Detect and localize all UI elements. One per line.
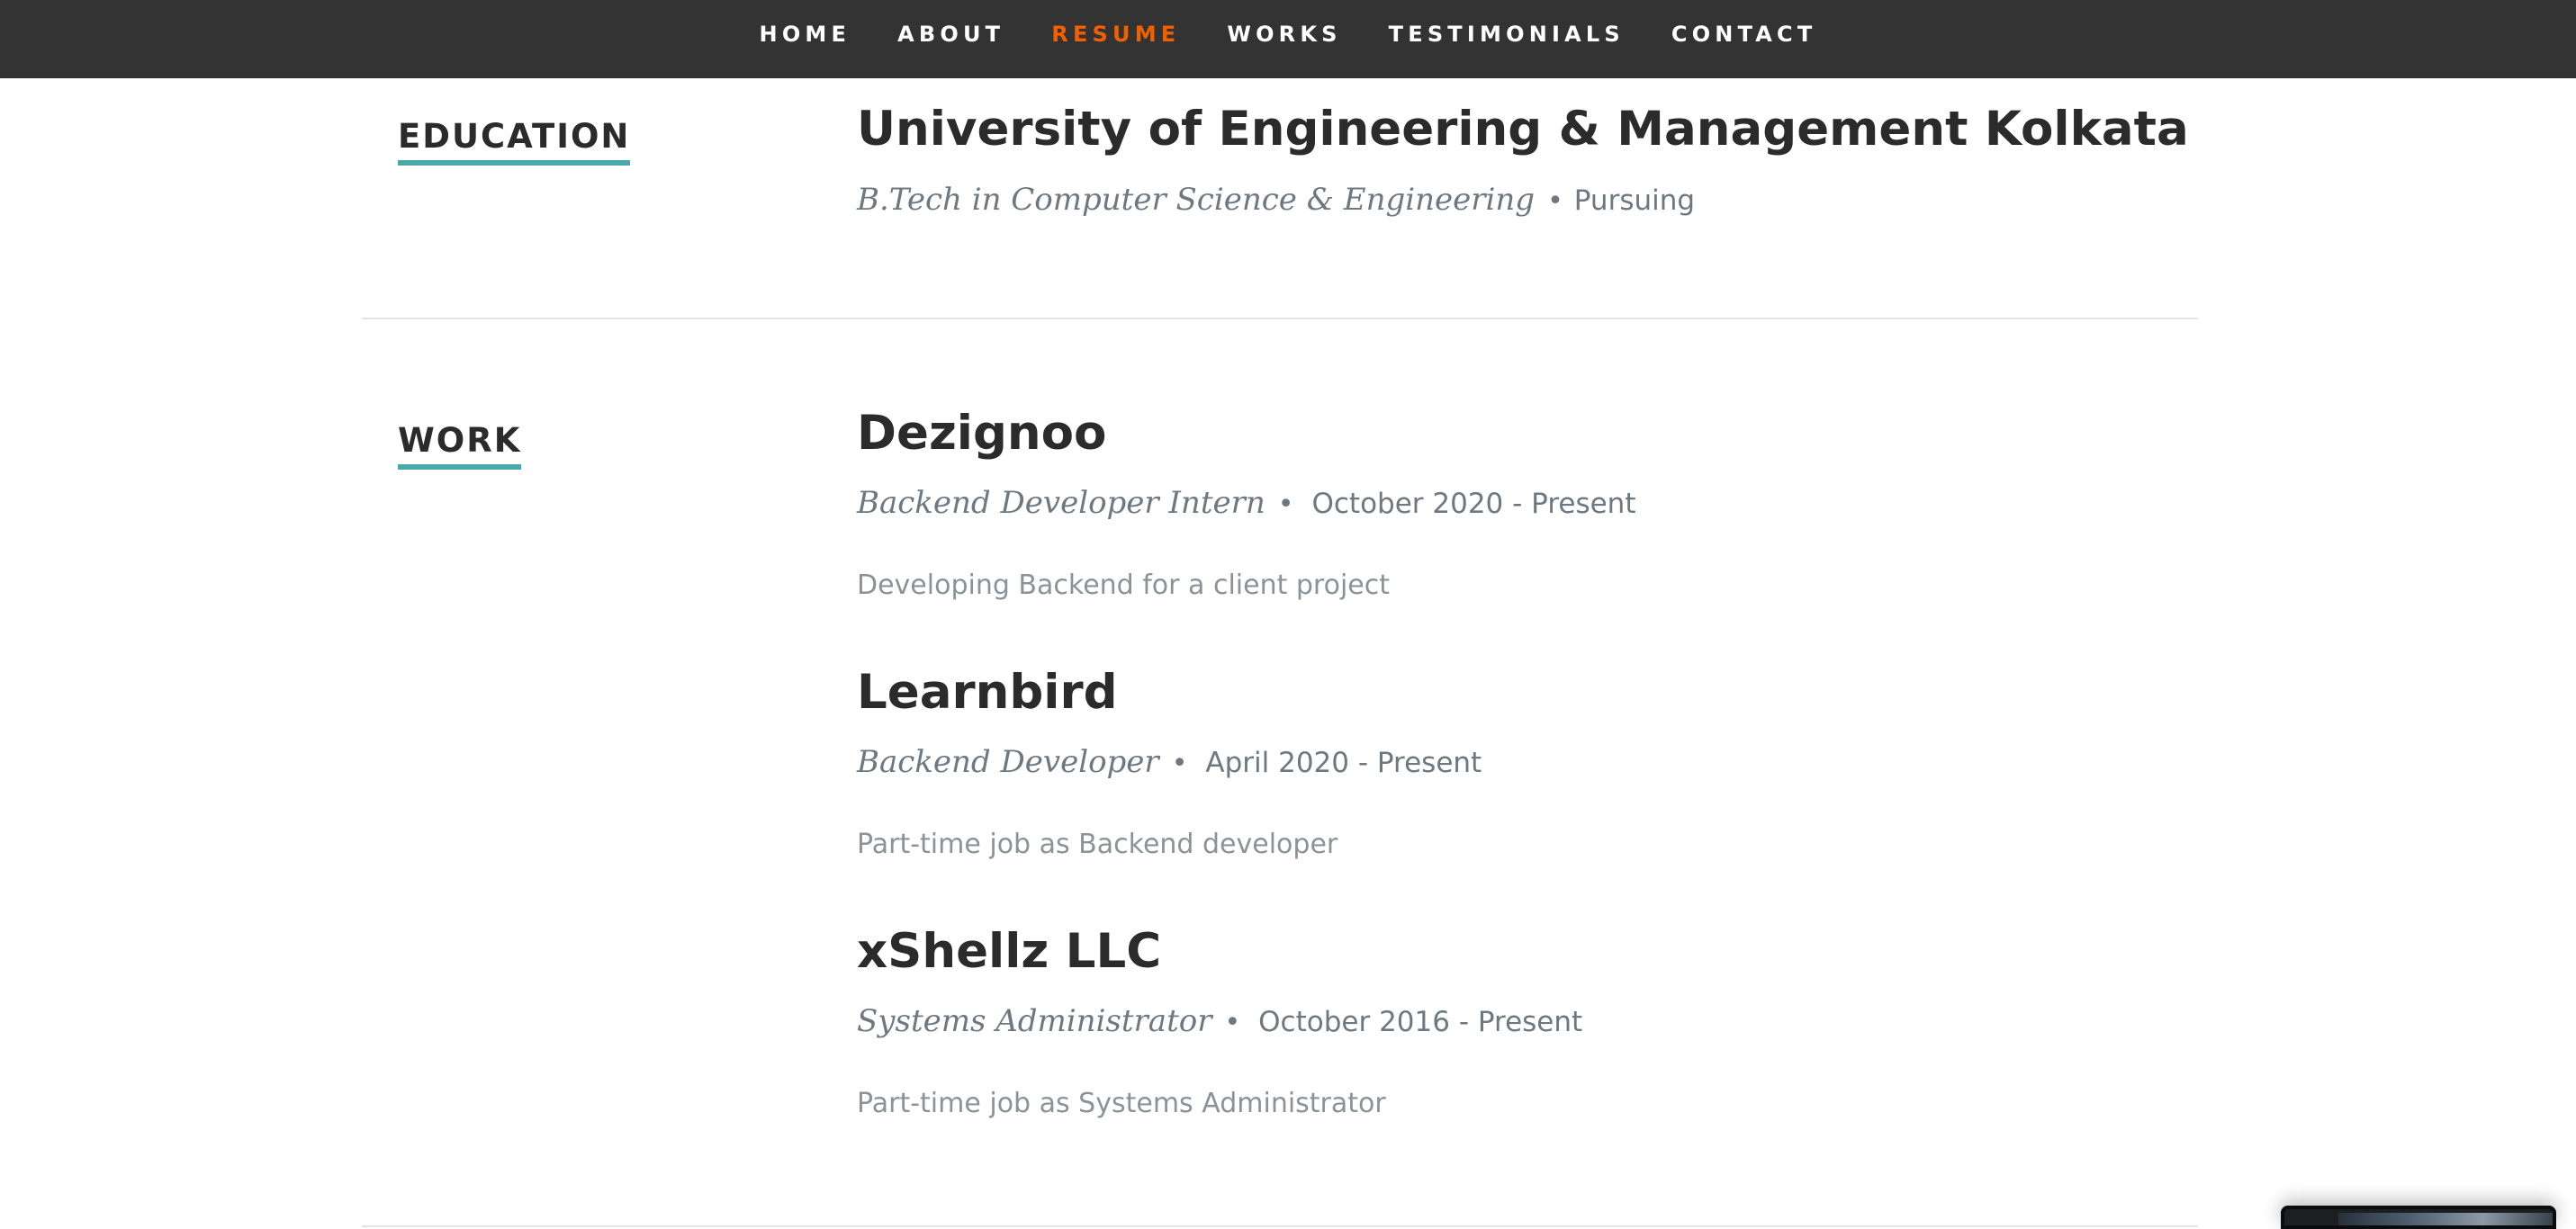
school-name: University of Engineering & Management K… <box>857 102 2189 157</box>
job-description: Part-time job as Backend developer <box>857 829 1338 860</box>
company-name: xShellz LLC <box>857 924 1162 979</box>
nav-item-works: WORKS <box>1203 22 1365 47</box>
degree-status: Pursuing <box>1573 184 1696 217</box>
work-heading: WORK <box>398 424 522 470</box>
nav-item-about: ABOUT <box>874 22 1028 47</box>
company-name: Learnbird <box>857 665 1118 720</box>
job-info: Systems Administrator • October 2016 - P… <box>857 1006 1582 1036</box>
job-period: October 2016 - Present <box>1258 1006 1583 1038</box>
company-name: Dezignoo <box>857 406 1107 461</box>
job-title: Backend Developer Intern <box>857 485 1265 521</box>
job-description: Developing Backend for a client project <box>857 570 1391 601</box>
job-title: Systems Administrator <box>857 1003 1212 1039</box>
job-title: Backend Developer <box>857 744 1159 780</box>
job-info: Backend Developer • April 2020 - Present <box>857 747 1482 777</box>
degree-title: B.Tech in Computer Science & Engineering <box>857 182 1536 218</box>
nav-menu: HOME ABOUT RESUME WORKS TESTIMONIALS CON… <box>736 0 1841 73</box>
nav-link-works[interactable]: WORKS <box>1227 22 1341 47</box>
nav-item-testimonials: TESTIMONIALS <box>1365 22 1648 47</box>
nav-link-resume[interactable]: RESUME <box>1051 22 1180 47</box>
job-info: Backend Developer Intern • October 2020 … <box>857 488 1635 518</box>
nav-item-home: HOME <box>736 22 875 47</box>
job-period: October 2020 - Present <box>1311 488 1636 520</box>
nav-link-about[interactable]: ABOUT <box>897 22 1004 47</box>
nav-item-contact: CONTACT <box>1648 22 1841 47</box>
section-divider <box>362 318 2198 319</box>
bullet-separator: • <box>1547 185 1563 217</box>
bullet-separator: • <box>1277 489 1294 520</box>
degree-info: B.Tech in Computer Science & Engineering… <box>857 184 1695 215</box>
bullet-separator: • <box>1171 748 1188 779</box>
thumbnail-image <box>2338 1213 2553 1225</box>
top-nav: HOME ABOUT RESUME WORKS TESTIMONIALS CON… <box>0 0 2576 78</box>
nav-link-contact[interactable]: CONTACT <box>1671 22 1817 47</box>
nav-link-home[interactable]: HOME <box>760 22 851 47</box>
nav-link-testimonials[interactable]: TESTIMONIALS <box>1389 22 1625 47</box>
job-description: Part-time job as Systems Administrator <box>857 1088 1386 1119</box>
education-heading: EDUCATION <box>398 120 631 166</box>
nav-item-resume: RESUME <box>1028 22 1203 47</box>
thumbnail-preview <box>2281 1206 2556 1229</box>
job-period: April 2020 - Present <box>1205 747 1482 779</box>
bullet-separator: • <box>1224 1007 1241 1038</box>
section-divider <box>362 1225 2198 1227</box>
